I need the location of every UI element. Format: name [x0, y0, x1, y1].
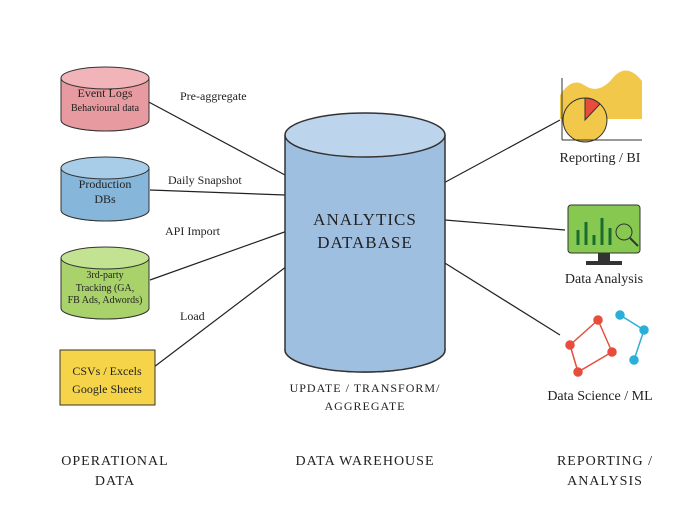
source-tracking: 3rd-party Tracking (GA, FB Ads, Adwords) — [61, 247, 149, 319]
section-mid: DATA WAREHOUSE — [295, 454, 434, 469]
section-right2: ANALYSIS — [567, 474, 643, 489]
tracking-title: 3rd-party — [86, 270, 123, 281]
section-right1: REPORTING / — [557, 454, 653, 469]
output-reporting — [560, 70, 642, 142]
arrow-label-api: API Import — [165, 224, 221, 238]
arrow-label-snapshot: Daily Snapshot — [168, 173, 242, 187]
csvs-sub: Google Sheets — [72, 382, 142, 396]
tracking-sub2: FB Ads, Adwords) — [68, 295, 143, 306]
db-caption1: UPDATE / TRANSFORM/ — [290, 381, 441, 395]
tracking-sub: Tracking (GA, — [76, 283, 135, 294]
eventlogs-title: Event Logs — [78, 86, 133, 100]
output-analysis — [568, 205, 640, 265]
arrow-label-preagg: Pre-aggregate — [180, 89, 247, 103]
reporting-label: Reporting / BI — [560, 151, 641, 166]
source-csvs: CSVs / Excels Google Sheets — [60, 350, 155, 405]
output-ml — [566, 311, 648, 376]
db-title1: ANALYTICS — [313, 210, 417, 229]
source-proddbs: Production DBs — [61, 157, 149, 221]
section-left2: DATA — [95, 474, 135, 489]
arrow-label-load: Load — [180, 309, 205, 323]
analysis-label: Data Analysis — [565, 272, 643, 287]
section-left1: OPERATIONAL — [61, 454, 168, 469]
proddbs-sub: DBs — [94, 192, 116, 206]
db-title2: DATABASE — [317, 233, 412, 252]
csvs-title: CSVs / Excels — [72, 364, 142, 378]
eventlogs-sub: Behavioural data — [71, 103, 140, 114]
proddbs-title: Production — [79, 177, 132, 191]
db-caption2: AGGREGATE — [325, 399, 406, 413]
analytics-db: ANALYTICS DATABASE — [285, 113, 445, 372]
source-eventlogs: Event Logs Behavioural data — [61, 67, 149, 131]
ml-label: Data Science / ML — [547, 389, 652, 404]
